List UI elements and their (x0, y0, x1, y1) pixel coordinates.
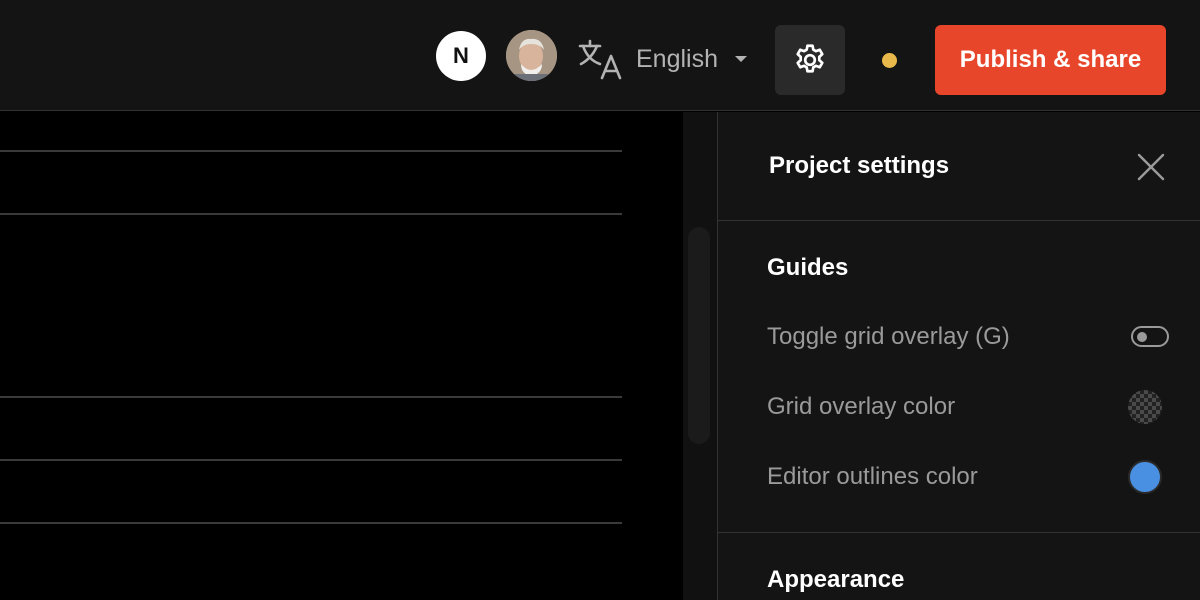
chevron-down-icon (735, 56, 747, 62)
section-divider (718, 532, 1200, 533)
top-bar: N English Publish & share (0, 0, 1200, 111)
grid-color-swatch[interactable] (1128, 390, 1162, 424)
appearance-section-title: Appearance (767, 566, 905, 593)
canvas-scrollbar[interactable] (688, 227, 710, 444)
user-avatar-initial[interactable]: N (436, 31, 486, 81)
project-settings-panel: Project settings Guides Toggle grid over… (717, 112, 1200, 600)
settings-button[interactable] (775, 25, 845, 95)
user-avatar-photo[interactable] (506, 30, 557, 81)
translate-icon (578, 39, 622, 80)
language-label: English (636, 44, 718, 73)
guide-line (0, 522, 622, 524)
publish-share-button[interactable]: Publish & share (935, 25, 1166, 95)
gear-icon (796, 44, 824, 73)
outline-color-label: Editor outlines color (767, 463, 978, 490)
toggle-knob (1137, 331, 1147, 342)
guide-line (0, 396, 622, 398)
panel-title: Project settings (769, 152, 950, 179)
language-selector[interactable]: English (578, 38, 748, 80)
status-indicator (882, 53, 897, 68)
avatar-image (506, 30, 557, 81)
guide-line (0, 150, 622, 152)
grid-color-label: Grid overlay color (767, 393, 956, 420)
outline-color-swatch[interactable] (1128, 460, 1162, 494)
guide-line (0, 459, 622, 461)
grid-overlay-toggle[interactable] (1131, 326, 1169, 347)
user-initial: N (453, 43, 469, 68)
guide-line (0, 213, 622, 215)
toggle-grid-label: Toggle grid overlay (G) (767, 323, 1010, 350)
guides-section-title: Guides (767, 254, 849, 281)
editor-canvas[interactable] (0, 112, 683, 600)
close-icon[interactable] (1135, 151, 1167, 183)
panel-header: Project settings (718, 112, 1200, 221)
